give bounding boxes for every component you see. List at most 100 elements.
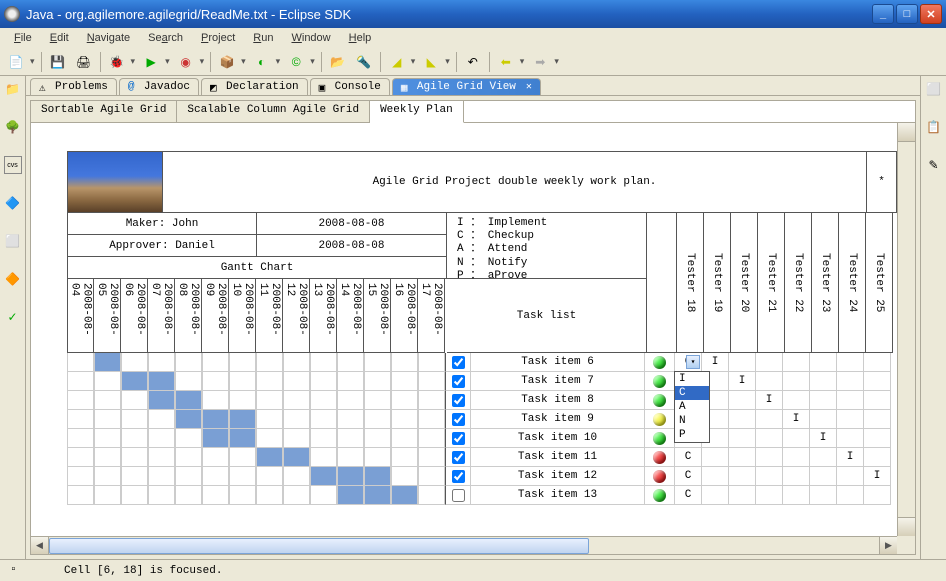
task-checkbox[interactable] [445, 467, 471, 486]
tester-cell[interactable]: I [783, 410, 810, 429]
search-icon[interactable]: 🔦 [354, 52, 374, 72]
gantt-cell[interactable] [391, 486, 418, 505]
gantt-cell[interactable] [121, 448, 148, 467]
gantt-cell[interactable] [418, 486, 445, 505]
gantt-cell[interactable] [256, 372, 283, 391]
gantt-cell[interactable] [391, 372, 418, 391]
gantt-cell[interactable] [67, 467, 94, 486]
gantt-cell[interactable] [364, 410, 391, 429]
tester-cell[interactable] [837, 410, 864, 429]
gantt-cell[interactable] [148, 467, 175, 486]
tester-cell[interactable]: C [675, 467, 702, 486]
gantt-cell[interactable] [256, 448, 283, 467]
tester-cell[interactable] [756, 429, 783, 448]
task-checkbox[interactable] [445, 391, 471, 410]
gantt-cell[interactable] [175, 410, 202, 429]
gantt-cell[interactable] [175, 353, 202, 372]
gantt-cell[interactable] [256, 353, 283, 372]
menu-help[interactable]: Help [341, 30, 380, 46]
gantt-cell[interactable] [94, 391, 121, 410]
menu-project[interactable]: Project [193, 30, 243, 46]
gantt-cell[interactable] [229, 372, 256, 391]
tester-cell[interactable] [810, 410, 837, 429]
tab-scalable[interactable]: Scalable Column Agile Grid [177, 101, 370, 122]
gantt-cell[interactable] [256, 429, 283, 448]
task-checkbox[interactable] [445, 448, 471, 467]
tester-cell[interactable]: C [675, 448, 702, 467]
gantt-cell[interactable] [391, 353, 418, 372]
gantt-cell[interactable] [202, 467, 229, 486]
gantt-cell[interactable] [148, 353, 175, 372]
gantt-cell[interactable] [121, 391, 148, 410]
tester-cell[interactable] [783, 429, 810, 448]
tester-cell[interactable] [702, 486, 729, 505]
gantt-cell[interactable] [418, 372, 445, 391]
gantt-cell[interactable] [283, 391, 310, 410]
tab-problems[interactable]: ⚠Problems [30, 78, 117, 95]
gantt-cell[interactable] [148, 429, 175, 448]
task-checkbox[interactable] [445, 429, 471, 448]
menu-run[interactable]: Run [245, 30, 281, 46]
dropdown-option[interactable]: A [675, 400, 709, 414]
status-dot[interactable] [645, 467, 675, 486]
status-dot[interactable] [645, 372, 675, 391]
task-name[interactable]: Task item 12 [471, 467, 645, 486]
gantt-cell[interactable] [229, 467, 256, 486]
gantt-cell[interactable] [148, 486, 175, 505]
tester-cell[interactable]: C▾ICANP [675, 353, 702, 372]
tester-cell[interactable] [756, 448, 783, 467]
new-icon[interactable]: 📄 [6, 52, 26, 72]
gantt-cell[interactable] [175, 391, 202, 410]
gantt-cell[interactable] [148, 391, 175, 410]
new-type-icon[interactable]: ◐ [252, 52, 272, 72]
tester-cell[interactable] [810, 467, 837, 486]
gantt-cell[interactable] [310, 486, 337, 505]
gantt-cell[interactable] [283, 467, 310, 486]
status-dot[interactable] [645, 486, 675, 505]
tab-console[interactable]: ▣Console [310, 78, 390, 95]
task-name[interactable]: Task item 11 [471, 448, 645, 467]
menu-window[interactable]: Window [283, 30, 338, 46]
gantt-cell[interactable] [364, 372, 391, 391]
gantt-cell[interactable] [175, 372, 202, 391]
gantt-cell[interactable] [148, 448, 175, 467]
gantt-cell[interactable] [175, 429, 202, 448]
status-dot[interactable] [645, 448, 675, 467]
tester-cell[interactable]: I [837, 448, 864, 467]
gantt-cell[interactable] [337, 353, 364, 372]
minimize-button[interactable]: _ [872, 4, 894, 24]
gantt-cell[interactable] [418, 353, 445, 372]
gantt-cell[interactable] [121, 353, 148, 372]
tester-cell[interactable] [783, 353, 810, 372]
new-package-icon[interactable]: 📦 [217, 52, 237, 72]
gantt-cell[interactable] [67, 410, 94, 429]
hierarchy-icon[interactable]: 🌳 [4, 118, 22, 136]
forward-icon[interactable]: ➡ [530, 52, 550, 72]
task-checkbox[interactable] [445, 410, 471, 429]
tester-cell[interactable] [837, 486, 864, 505]
gantt-cell[interactable] [148, 372, 175, 391]
tester-cell[interactable] [864, 372, 891, 391]
tester-cell[interactable] [810, 448, 837, 467]
gantt-cell[interactable] [121, 372, 148, 391]
dropdown-option[interactable]: P [675, 428, 709, 442]
gantt-cell[interactable] [256, 486, 283, 505]
tester-cell[interactable] [810, 391, 837, 410]
horizontal-scrollbar[interactable]: ◀ ▶ [31, 536, 897, 554]
gantt-cell[interactable] [202, 353, 229, 372]
close-icon[interactable]: ✕ [526, 81, 532, 93]
gantt-cell[interactable] [310, 372, 337, 391]
gantt-cell[interactable] [94, 372, 121, 391]
gantt-cell[interactable] [256, 467, 283, 486]
gantt-cell[interactable] [418, 448, 445, 467]
menu-navigate[interactable]: Navigate [79, 30, 138, 46]
gantt-cell[interactable] [256, 410, 283, 429]
tester-cell[interactable] [837, 391, 864, 410]
tester-cell[interactable] [837, 429, 864, 448]
menu-edit[interactable]: Edit [42, 30, 77, 46]
tester-cell[interactable] [837, 467, 864, 486]
tester-cell[interactable] [783, 448, 810, 467]
tester-cell[interactable]: I [864, 467, 891, 486]
gantt-cell[interactable] [175, 467, 202, 486]
gantt-cell[interactable] [310, 448, 337, 467]
